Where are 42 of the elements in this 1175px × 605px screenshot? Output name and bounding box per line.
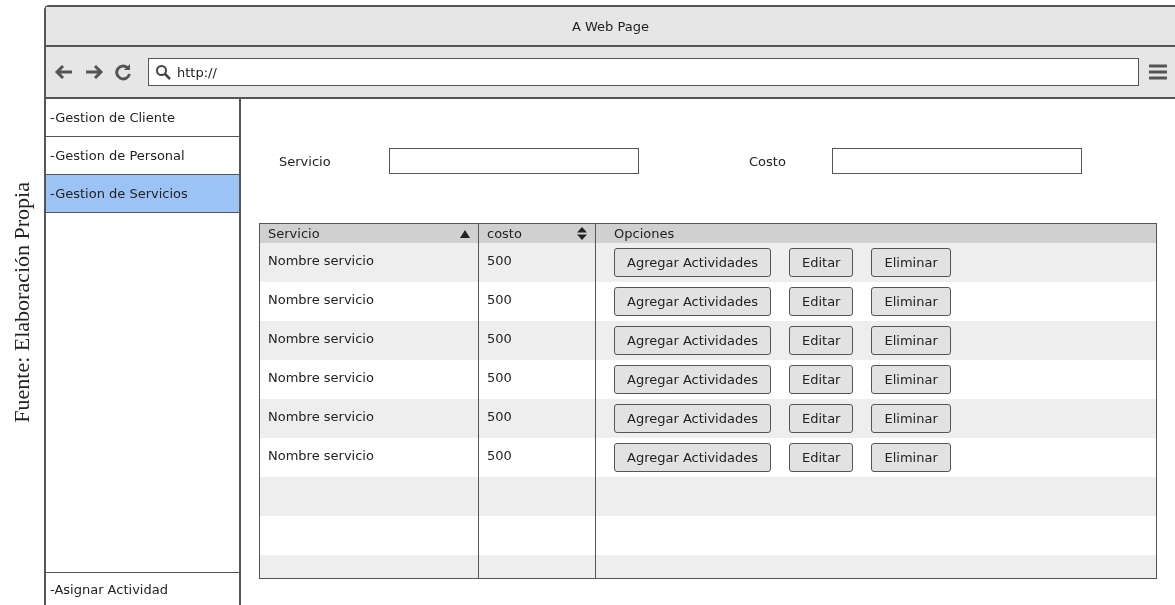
sort-icon	[577, 227, 587, 240]
address-bar[interactable]: http://	[148, 58, 1139, 86]
action-button[interactable]: Editar	[788, 365, 854, 394]
action-button[interactable]: Eliminar	[871, 404, 951, 433]
action-button[interactable]: Eliminar	[871, 326, 951, 355]
table-cell: Nombre servicio	[260, 399, 479, 438]
column-header[interactable]: Opciones	[596, 224, 1156, 243]
sort-ascending-icon	[460, 229, 470, 238]
table-cell: 500	[479, 399, 596, 438]
table-cell: Nombre servicio	[260, 243, 479, 282]
sidebar-item[interactable]: -Gestion de Servicios	[46, 175, 239, 213]
menu-icon[interactable]	[1149, 64, 1167, 80]
sidebar-item[interactable]: -Asignar Actividad	[46, 572, 239, 605]
action-button[interactable]: Agregar Actividades	[614, 404, 771, 433]
action-button[interactable]: Editar	[788, 443, 854, 472]
window-title: A Web Page	[572, 18, 649, 34]
action-button[interactable]: Editar	[788, 248, 854, 277]
action-button[interactable]: Agregar Actividades	[614, 443, 771, 472]
action-button[interactable]: Eliminar	[871, 443, 951, 472]
forward-icon[interactable]	[84, 64, 104, 80]
figure-caption: Fuente: Elaboración Propia	[9, 182, 35, 423]
action-button[interactable]: Editar	[788, 287, 854, 316]
table-cell: 500	[479, 243, 596, 282]
action-button[interactable]: Agregar Actividades	[614, 248, 771, 277]
sidebar-item[interactable]: -Gestion de Cliente	[46, 99, 239, 137]
field-label: Servicio	[279, 153, 332, 169]
reload-icon[interactable]	[114, 63, 132, 81]
action-button[interactable]: Editar	[788, 326, 854, 355]
field-label: Costo	[749, 153, 787, 169]
table-cell: 500	[479, 321, 596, 360]
action-button[interactable]: Agregar Actividades	[614, 326, 771, 355]
input-field[interactable]	[832, 148, 1082, 174]
action-button[interactable]: Agregar Actividades	[614, 365, 771, 394]
search-icon	[155, 64, 171, 80]
action-button[interactable]: Eliminar	[871, 365, 951, 394]
action-button[interactable]: Eliminar	[871, 287, 951, 316]
table-cell: Nombre servicio	[260, 321, 479, 360]
action-button[interactable]: Editar	[788, 404, 854, 433]
action-button[interactable]: Agregar Actividades	[614, 287, 771, 316]
input-field[interactable]	[389, 148, 639, 174]
back-icon[interactable]	[54, 64, 74, 80]
action-button[interactable]: Eliminar	[871, 248, 951, 277]
